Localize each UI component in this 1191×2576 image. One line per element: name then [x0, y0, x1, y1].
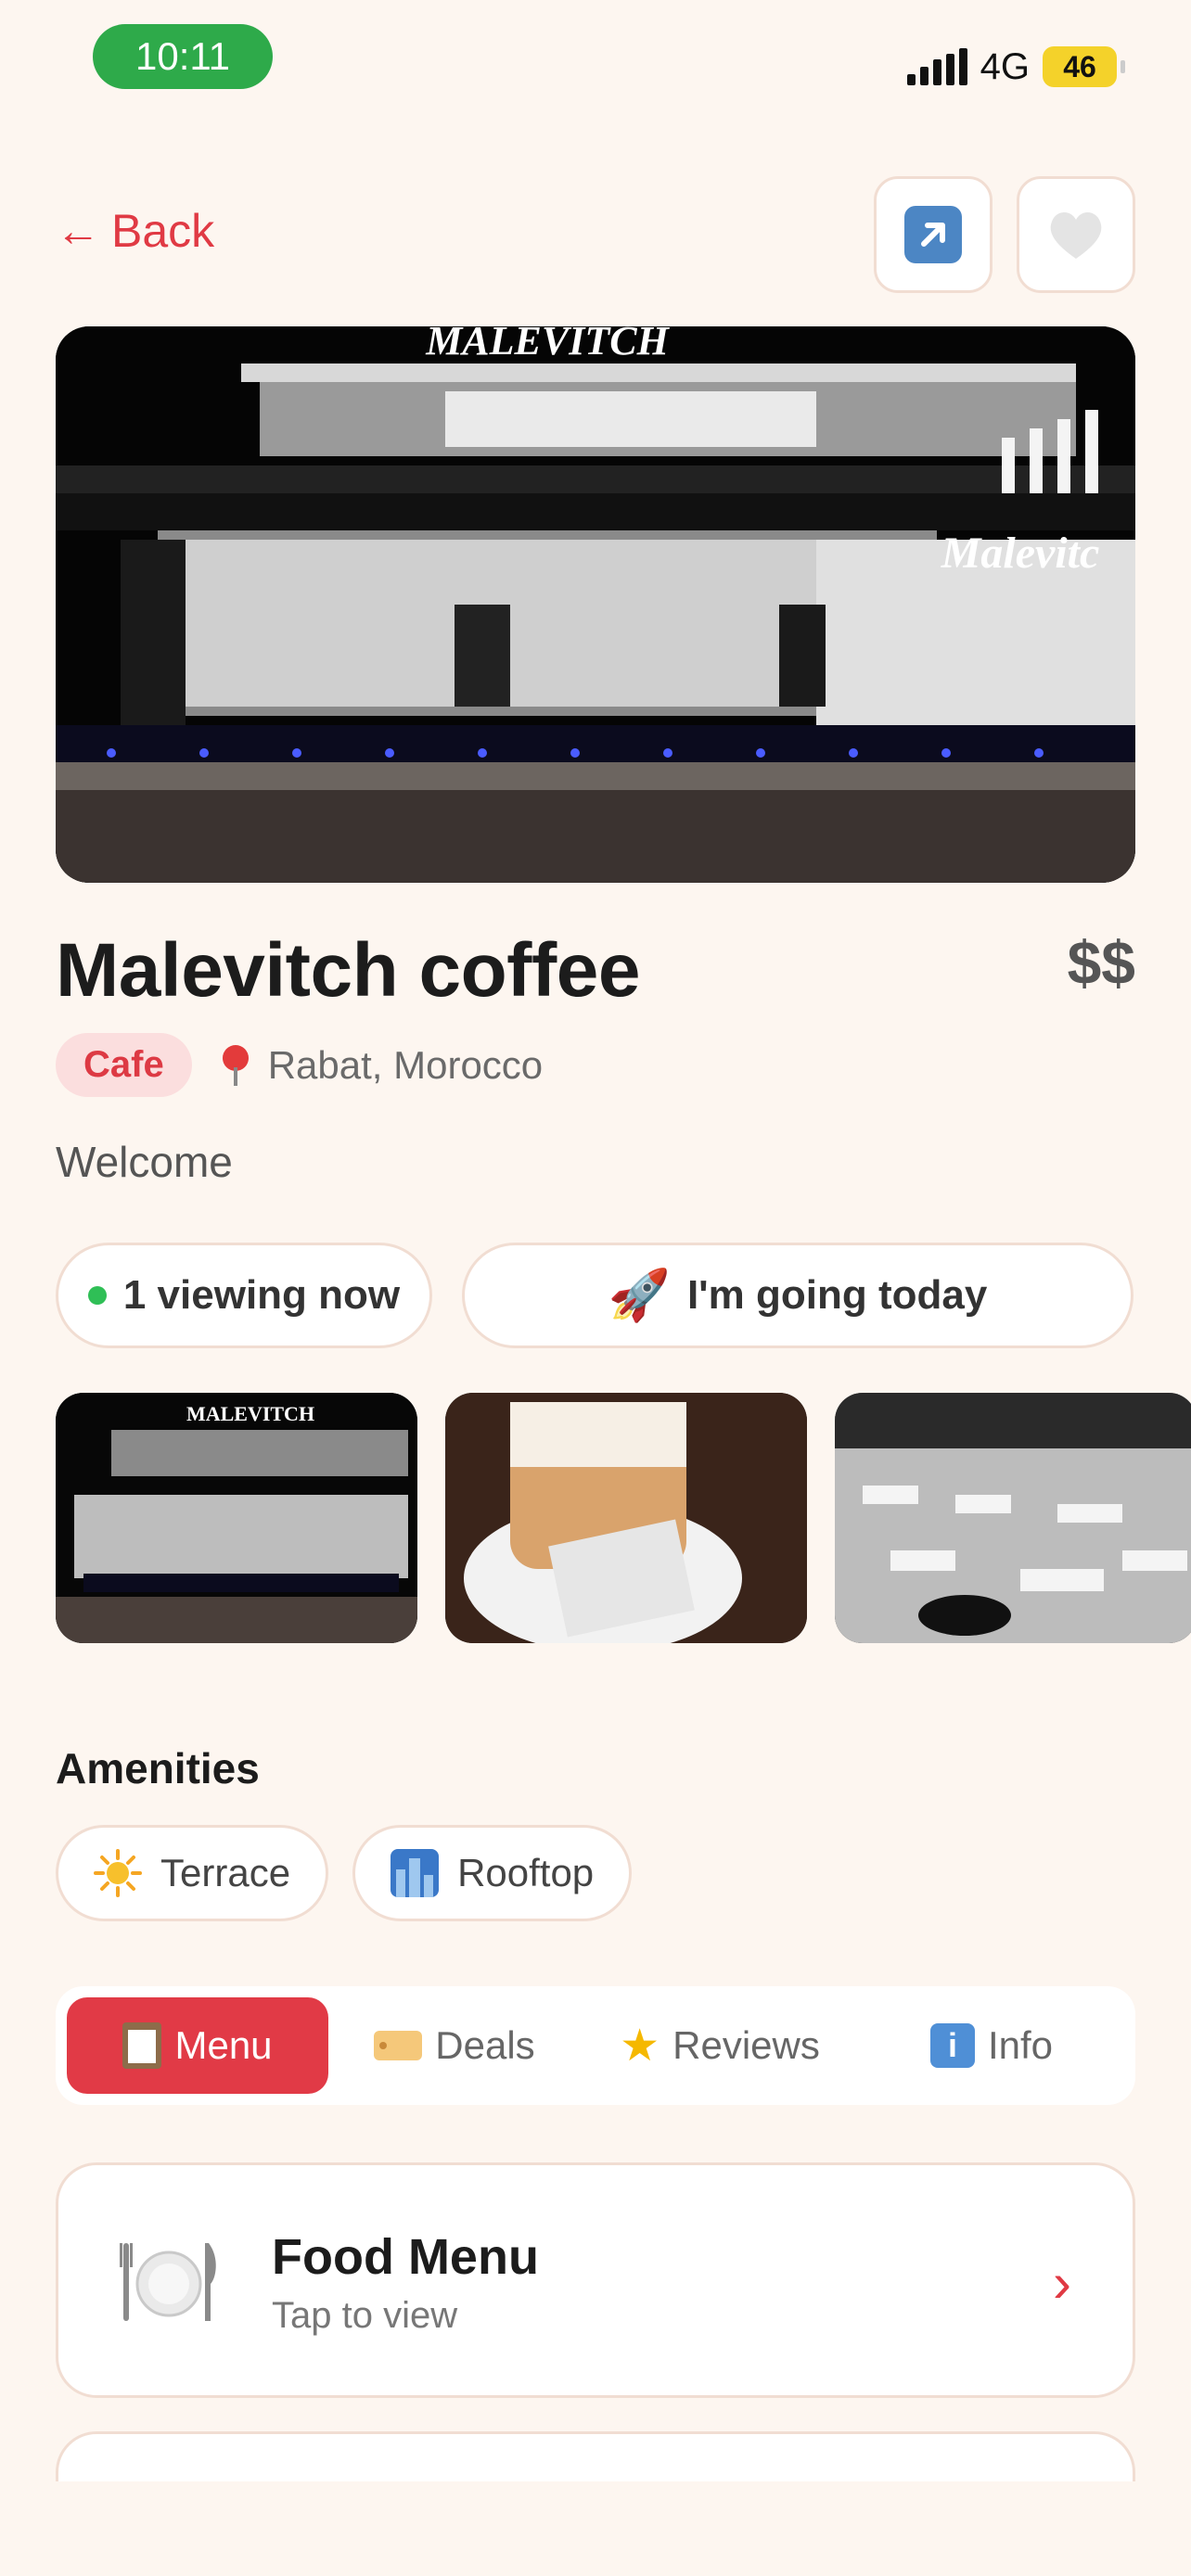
amenity-label: Terrace: [160, 1851, 291, 1894]
battery-icon: 46: [1043, 46, 1125, 87]
plate-fork-knife-icon: [120, 2243, 216, 2321]
food-menu-title: Food Menu: [272, 2229, 539, 2285]
amenities-list: Terrace Rooftop: [56, 1825, 633, 1921]
favorite-button[interactable]: [1017, 176, 1135, 293]
location: Rabat, Morocco: [220, 1043, 543, 1088]
amenity-chip-rooftop[interactable]: Rooftop: [352, 1825, 633, 1921]
amenity-chip-terrace[interactable]: Terrace: [56, 1825, 329, 1921]
info-icon: i: [929, 2023, 975, 2068]
scroll-cutoff: [0, 2481, 1191, 2576]
location-label: Rabat, Morocco: [267, 1042, 544, 1087]
tab-label: Reviews: [672, 2023, 820, 2067]
network-type: 4G: [980, 45, 1030, 87]
tab-menu[interactable]: Menu: [67, 1997, 328, 2094]
rocket-icon: 🚀: [608, 1267, 671, 1323]
food-menu-card[interactable]: Food Menu Tap to view ›: [56, 2162, 1135, 2398]
signal-icon: [906, 48, 967, 85]
food-menu-subtitle: Tap to view: [272, 2295, 458, 2336]
place-meta: Cafe Rabat, Morocco: [56, 1033, 543, 1097]
section-tabs: Menu Deals ★ Reviews i Info: [56, 1986, 1135, 2105]
back-label: Back: [111, 205, 215, 257]
chevron-right-icon: ›: [1053, 2251, 1071, 2314]
heart-icon: [1050, 211, 1102, 259]
status-indicators: 4G 46: [906, 41, 1125, 93]
live-dot-icon: [87, 1286, 107, 1305]
tag-icon: [374, 2031, 423, 2060]
going-label: I'm going today: [686, 1272, 988, 1318]
hero-sign-side: Malevitc: [941, 529, 1100, 578]
back-button[interactable]: ← Back: [56, 204, 214, 258]
city-icon: [391, 1849, 440, 1897]
tab-label: Menu: [174, 2023, 273, 2067]
price-level: $$: [1067, 928, 1135, 997]
hero-sign: MALEVITCH: [425, 326, 670, 363]
gallery-sign: MALEVITCH: [186, 1402, 314, 1425]
amenity-label: Rooftop: [457, 1851, 595, 1894]
star-icon: ★: [620, 2021, 660, 2071]
going-today-button[interactable]: 🚀 I'm going today: [462, 1243, 1133, 1348]
place-detail-screen: 10:11 4G 46 ← Back MALEVITCH Malevitc Ma…: [0, 0, 1191, 2576]
tab-deals[interactable]: Deals: [328, 1997, 581, 2094]
tab-info[interactable]: i Info: [859, 1997, 1124, 2094]
viewing-label: 1 viewing now: [122, 1272, 401, 1318]
viewing-now-pill: 1 viewing now: [56, 1243, 432, 1348]
status-time: 10:11: [93, 24, 273, 89]
photo-gallery[interactable]: MALEVITCH: [56, 1393, 1191, 1643]
amenities-title: Amenities: [56, 1744, 260, 1792]
hero-photo[interactable]: MALEVITCH Malevitc: [56, 326, 1135, 883]
gallery-photo-coffee[interactable]: [445, 1393, 807, 1643]
place-description: Welcome: [56, 1138, 233, 1186]
tab-label: Info: [987, 2023, 1054, 2067]
sun-icon: [94, 1849, 142, 1897]
share-arrow-icon: [904, 206, 962, 263]
pin-icon: [220, 1044, 251, 1086]
share-button[interactable]: [874, 176, 992, 293]
tab-reviews[interactable]: ★ Reviews: [581, 1997, 859, 2094]
gallery-photo-storefront[interactable]: MALEVITCH: [56, 1393, 417, 1643]
arrow-left-icon: ←: [56, 206, 100, 256]
gallery-photo-interior[interactable]: [835, 1393, 1191, 1643]
clipboard-icon: [122, 2022, 162, 2069]
place-name: Malevitch coffee: [56, 928, 640, 1013]
tab-label: Deals: [435, 2023, 535, 2067]
category-badge[interactable]: Cafe: [56, 1033, 192, 1097]
